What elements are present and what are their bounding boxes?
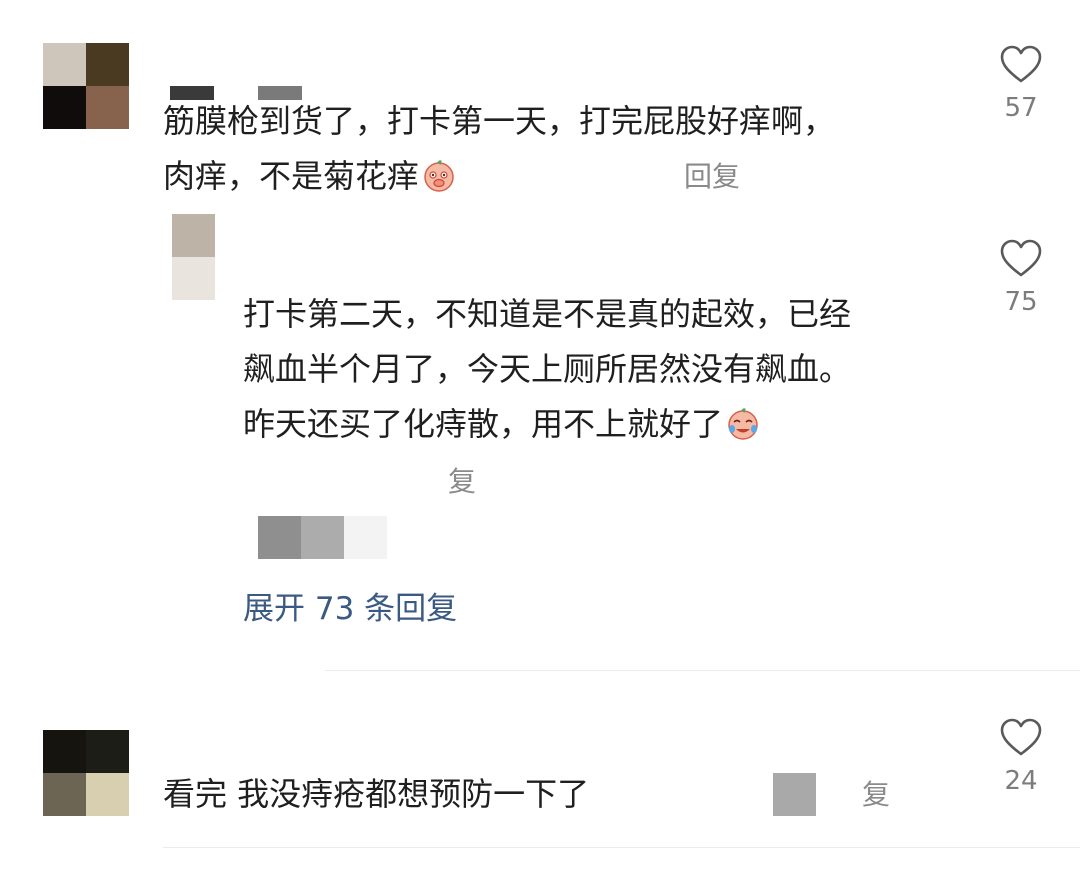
reply-button[interactable]: 复: [862, 777, 890, 813]
heart-outline-icon[interactable]: [981, 717, 1061, 757]
reply-button[interactable]: 复: [448, 464, 476, 500]
expand-replies-link[interactable]: 展开 73 条回复: [243, 589, 457, 629]
divider: [325, 670, 1080, 671]
reply-text-span: 昨天还买了化痔散，用不上就好了: [243, 405, 724, 443]
reply-button[interactable]: 回复: [684, 159, 740, 195]
like-group: 57: [981, 44, 1061, 124]
crying-laughing-emoji-icon: [725, 405, 761, 441]
like-group: 75: [981, 238, 1061, 318]
like-count: 57: [1004, 93, 1038, 123]
heart-outline-icon[interactable]: [981, 44, 1061, 84]
comment-text-span: 肉痒，不是菊花痒: [163, 157, 420, 195]
comment-text-line: 看完 我没痔疮都想预防一下了: [163, 775, 590, 813]
text-mosaic: [773, 773, 816, 816]
reply-preview-mosaic: [258, 516, 387, 559]
avatar[interactable]: [172, 214, 215, 300]
divider: [163, 847, 1080, 848]
reply-text-line: 打卡第二天，不知道是不是真的起效，已经: [243, 295, 852, 333]
avatar[interactable]: [43, 43, 129, 129]
avatar[interactable]: [43, 730, 129, 816]
like-count: 75: [1004, 287, 1038, 317]
like-count: 24: [1004, 766, 1038, 796]
like-group: 24: [981, 717, 1061, 797]
reply-text-line: 昨天还买了化痔散，用不上就好了: [243, 400, 761, 449]
heart-outline-icon[interactable]: [981, 238, 1061, 278]
shy-face-emoji-icon: [421, 157, 457, 193]
comment-text-line: 筋膜枪到货了，打卡第一天，打完屁股好痒啊，: [163, 102, 836, 140]
comment-text-line: 肉痒，不是菊花痒: [163, 152, 457, 201]
reply-text-line: 飙血半个月了，今天上厕所居然没有飙血。: [243, 350, 852, 388]
